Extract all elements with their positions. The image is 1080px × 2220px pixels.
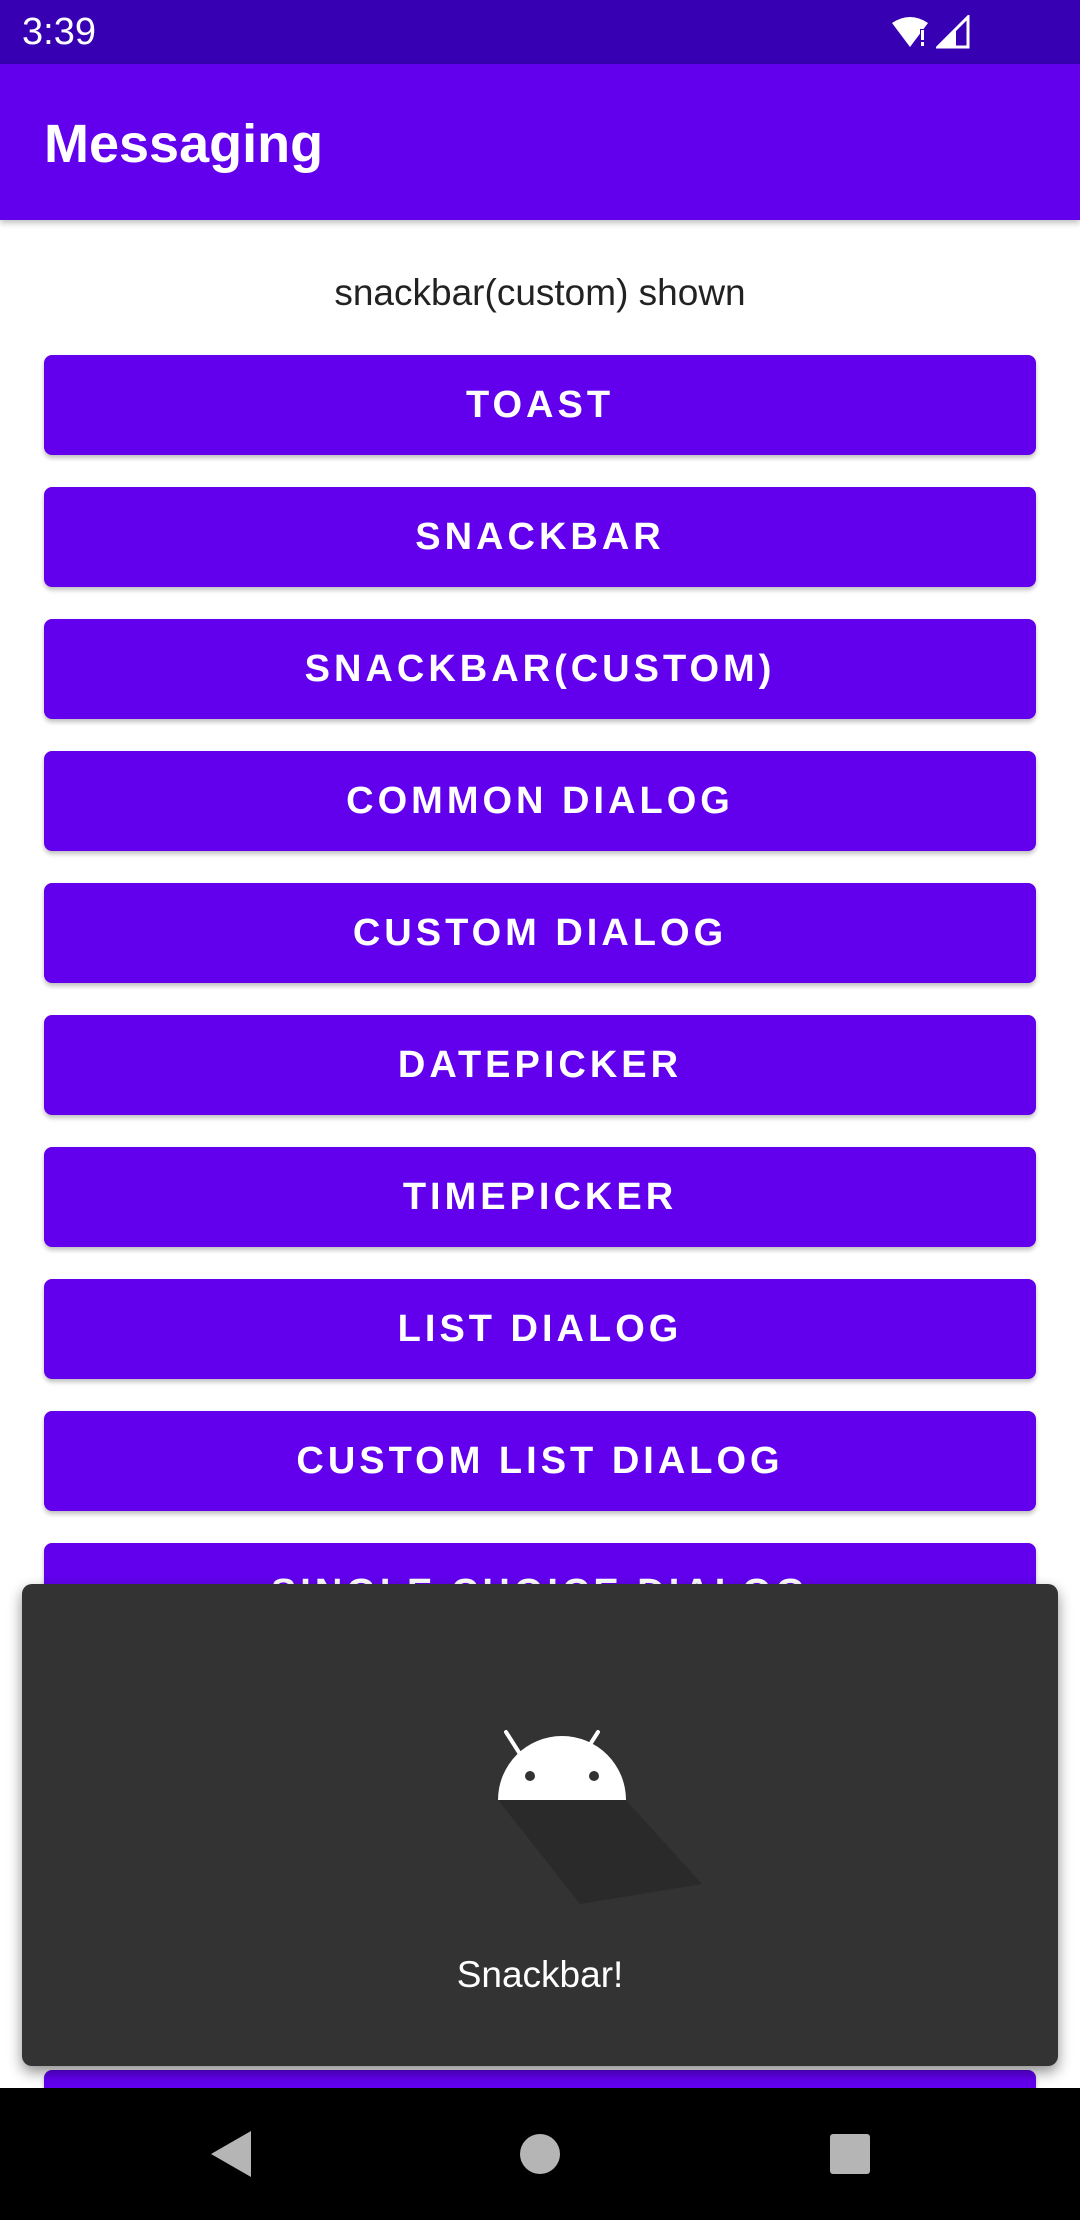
snackbar-custom-button[interactable]: SNACKBAR(CUSTOM) [44,619,1036,719]
custom-dialog-button[interactable]: CUSTOM DIALOG [44,883,1036,983]
status-label: snackbar(custom) shown [334,272,746,313]
custom-snackbar: Snackbar! [22,1584,1058,2066]
app-bar: Messaging [0,64,1080,220]
datepicker-button[interactable]: DATEPICKER [44,1015,1036,1115]
status-bar: 3:39 [0,0,1080,64]
snackbar-message: Snackbar! [456,1954,624,1995]
common-dialog-button[interactable]: COMMON DIALOG [44,751,1036,851]
timepicker-button[interactable]: TIMEPICKER [44,1147,1036,1247]
custom-list-dialog-button[interactable]: CUSTOM LIST DIALOG [44,1411,1036,1511]
home-button[interactable] [510,2124,570,2184]
wifi-icon [892,17,928,47]
list-dialog-button[interactable]: LIST DIALOG [44,1279,1036,1379]
app-title: Messaging [44,114,324,174]
toast-button[interactable]: TOAST [44,355,1036,455]
back-icon [211,2131,251,2177]
home-icon [520,2134,560,2174]
recents-button[interactable] [820,2124,880,2184]
status-time: 3:39 [22,11,96,53]
screen: 3:39 Messaging snackbar(custom) shown TO… [0,0,1080,2220]
snackbar-button[interactable]: SNACKBAR [44,487,1036,587]
android-icon [498,1730,702,1904]
navigation-bar [0,2088,1080,2220]
back-button[interactable] [200,2124,260,2184]
next-button[interactable] [44,2070,1036,2090]
recents-icon [830,2134,870,2174]
status-icons [890,14,970,50]
signal-icon [936,15,970,49]
